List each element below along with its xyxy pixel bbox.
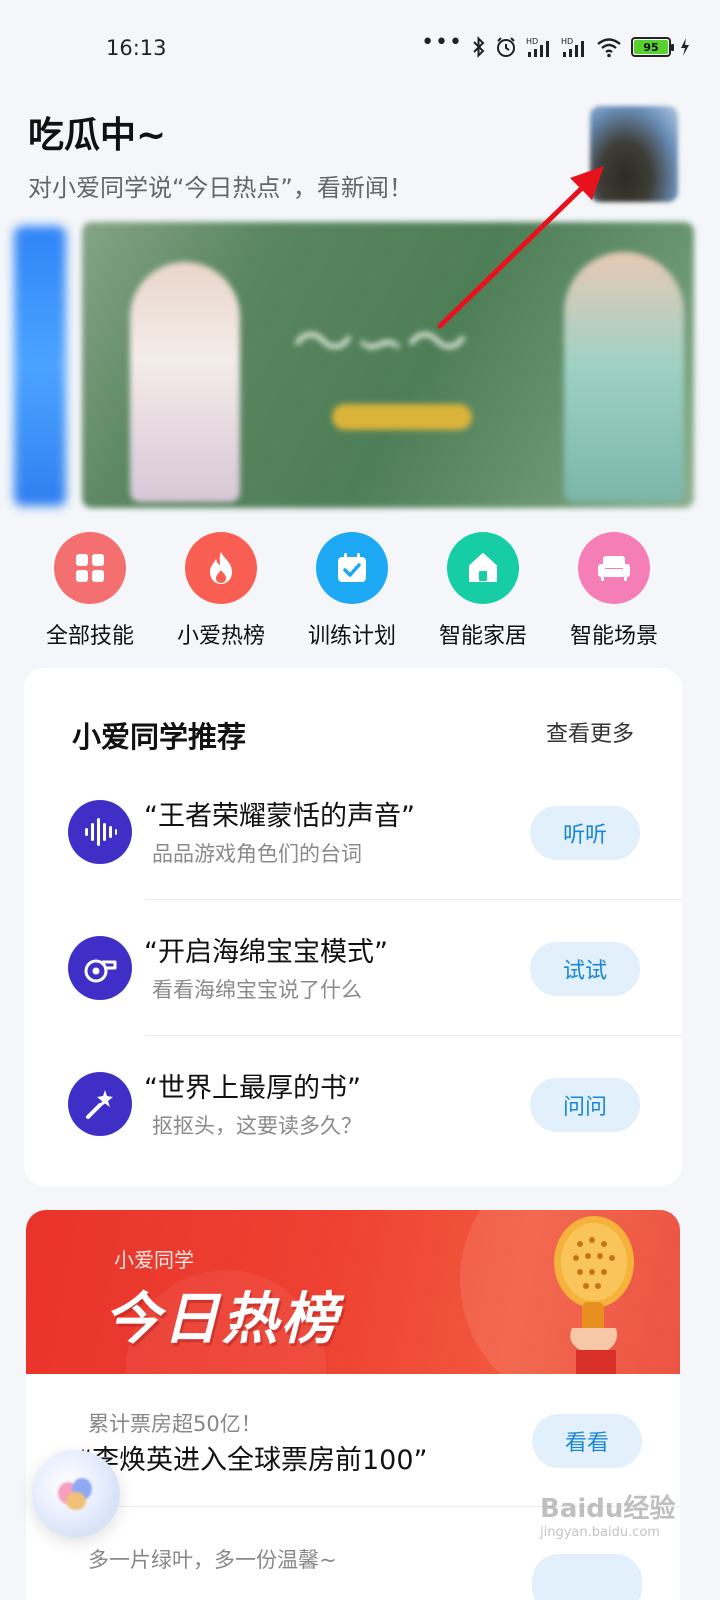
banner-prev-slide[interactable] xyxy=(14,226,66,506)
status-time: 16:13 xyxy=(106,36,167,60)
list-item-title: “王者荣耀蒙恬的声音” xyxy=(144,801,415,832)
skill-training[interactable]: 训练计划 xyxy=(292,532,412,650)
page-subtitle: 对小爱同学说“今日热点”，看新闻！ xyxy=(28,174,413,202)
list-item-title: “开启海绵宝宝模式” xyxy=(144,937,388,968)
skill-smart-home[interactable]: 智能家居 xyxy=(423,532,543,650)
bluetooth-icon xyxy=(472,36,486,58)
list-item-subtitle: 看看海绵宝宝说了什么 xyxy=(152,978,362,1002)
svg-text:HD: HD xyxy=(526,37,538,46)
wifi-icon xyxy=(596,36,622,58)
avatar[interactable] xyxy=(590,106,678,202)
page-title: 吃瓜中~ xyxy=(28,115,167,156)
more-dots-icon: ••• xyxy=(421,30,463,55)
flame-icon xyxy=(185,532,257,604)
skill-label: 小爱热榜 xyxy=(176,624,265,649)
skill-label: 智能家居 xyxy=(438,624,527,649)
signal-hd-icon-2: HD xyxy=(561,36,587,58)
watermark-url: jingyan.baidu.com xyxy=(540,1525,660,1540)
status-icons: ••• HD HD 95 xyxy=(421,32,690,58)
status-bar: 16:13 ••• HD HD 95 xyxy=(0,0,720,100)
banner-person-right xyxy=(564,252,684,502)
microphone-icon xyxy=(554,1216,634,1374)
skill-label: 智能场景 xyxy=(569,624,658,649)
list-item[interactable]: “王者荣耀蒙恬的声音” 品品游戏角色们的台词 听听 xyxy=(24,800,682,936)
ball-blob xyxy=(66,1492,86,1510)
recommend-title: 小爱同学推荐 xyxy=(72,720,247,754)
sofa-icon xyxy=(578,532,650,604)
recommend-card: 小爱同学推荐 查看更多 “王者荣耀蒙恬的声音” 品品游戏角色们的台词 听听 “开… xyxy=(24,668,682,1186)
hot-list-banner[interactable]: 小爱同学 今日热榜 xyxy=(26,1210,680,1470)
banner-pill xyxy=(332,404,472,430)
greeting: 吃瓜中~ 对小爱同学说“今日热点”，看新闻！ xyxy=(28,106,413,203)
grid-icon xyxy=(54,532,126,604)
skill-all[interactable]: 全部技能 xyxy=(30,532,150,650)
assistant-float-ball[interactable] xyxy=(32,1450,120,1538)
skills-row: 全部技能 小爱热榜 训练计划 智能家居 智能场景 xyxy=(0,532,720,650)
list-item-hint: 多一片绿叶，多一份温馨~ xyxy=(88,1548,337,1572)
hot-banner-title: 今日热榜 xyxy=(104,1287,340,1352)
list-item[interactable]: “开启海绵宝宝模式” 看看海绵宝宝说了什么 试试 xyxy=(24,936,682,1072)
alarm-icon xyxy=(495,36,517,58)
divider xyxy=(146,899,682,900)
ask-button[interactable]: 问问 xyxy=(530,1078,640,1132)
list-item-subtitle: 品品游戏角色们的台词 xyxy=(152,842,362,866)
view-more-link[interactable]: 查看更多 xyxy=(546,716,634,748)
watermark: Baidu经验 jingyan.baidu.com xyxy=(540,1488,680,1544)
battery-level: 95 xyxy=(634,40,668,54)
magic-wand-icon xyxy=(68,1072,132,1136)
skill-hot[interactable]: 小爱热榜 xyxy=(161,532,281,650)
hot-banner-caption: 小爱同学 xyxy=(114,1248,194,1272)
banner-calligraphy: ～∽～ xyxy=(292,306,468,379)
try-button[interactable]: 试试 xyxy=(530,942,640,996)
sound-wave-icon xyxy=(68,800,132,864)
look-button[interactable]: 看看 xyxy=(532,1414,642,1468)
svg-text:HD: HD xyxy=(561,37,573,46)
listen-button[interactable]: 听听 xyxy=(530,806,640,860)
calendar-check-icon xyxy=(316,532,388,604)
banner-person-left xyxy=(130,262,240,502)
home-icon xyxy=(447,532,519,604)
list-item[interactable]: “世界上最厚的书” 抠抠头，这要读多久？ 问问 xyxy=(24,1072,682,1208)
list-item-title: “李焕英进入全球票房前100” xyxy=(78,1445,428,1476)
charging-icon xyxy=(680,37,690,57)
list-item-button[interactable] xyxy=(532,1554,642,1600)
skill-label: 全部技能 xyxy=(45,624,134,649)
whistle-icon xyxy=(68,936,132,1000)
list-item-subtitle: 抠抠头，这要读多久？ xyxy=(152,1114,362,1138)
divider xyxy=(146,1035,682,1036)
list-item-hint: 累计票房超50亿！ xyxy=(88,1412,262,1436)
banner-slide[interactable]: ～∽～ xyxy=(82,222,694,508)
watermark-brand: Baidu经验 xyxy=(540,1494,676,1524)
skill-label: 训练计划 xyxy=(307,624,396,649)
list-item-title: “世界上最厚的书” xyxy=(144,1073,361,1104)
list-item[interactable]: 多一片绿叶，多一份温馨~ xyxy=(26,1544,680,1600)
battery-icon: 95 xyxy=(631,37,674,57)
banner-carousel[interactable]: ～∽～ xyxy=(0,218,720,510)
signal-hd-icon: HD xyxy=(526,36,552,58)
skill-smart-scene[interactable]: 智能场景 xyxy=(554,532,674,650)
